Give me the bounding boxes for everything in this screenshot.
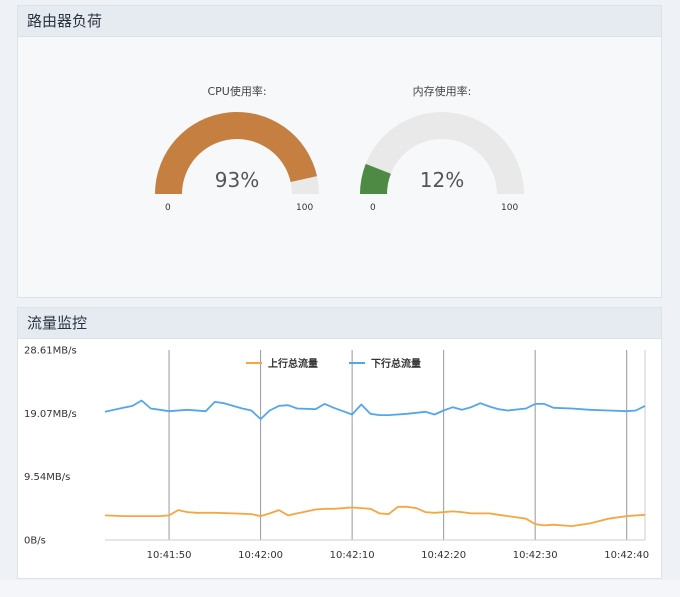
y-tick-label: 0B/s xyxy=(24,536,46,547)
x-tick-label: 10:41:50 xyxy=(147,550,192,561)
y-tick-label: 28.61MB/s xyxy=(24,346,77,357)
x-tick-label: 10:42:10 xyxy=(330,550,375,561)
x-tick-label: 10:42:00 xyxy=(238,550,283,561)
y-tick-label: 9.54MB/s xyxy=(24,472,70,483)
x-tick-label: 10:42:40 xyxy=(604,550,649,561)
y-tick-label: 19.07MB/s xyxy=(24,409,77,420)
x-tick-label: 10:42:30 xyxy=(513,550,558,561)
series-line-upload xyxy=(104,505,646,527)
legend-label: 下行总流量 xyxy=(371,357,421,370)
series-line-download xyxy=(104,399,646,420)
footer-strip xyxy=(0,580,680,597)
traffic-line-chart: 10:41:50 10:42:00 10:42:10 10:42:20 10:42:30… xyxy=(24,346,649,562)
legend-label: 上行总流量 xyxy=(268,357,318,370)
x-tick-label: 10:42:20 xyxy=(421,550,466,561)
